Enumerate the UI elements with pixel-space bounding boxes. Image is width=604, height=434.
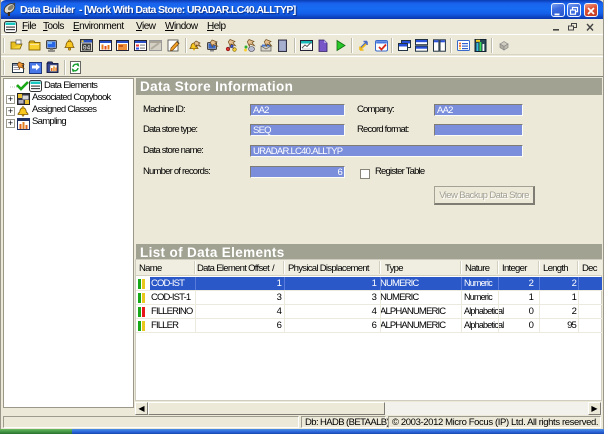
svg-text:04: 04 xyxy=(83,45,91,52)
